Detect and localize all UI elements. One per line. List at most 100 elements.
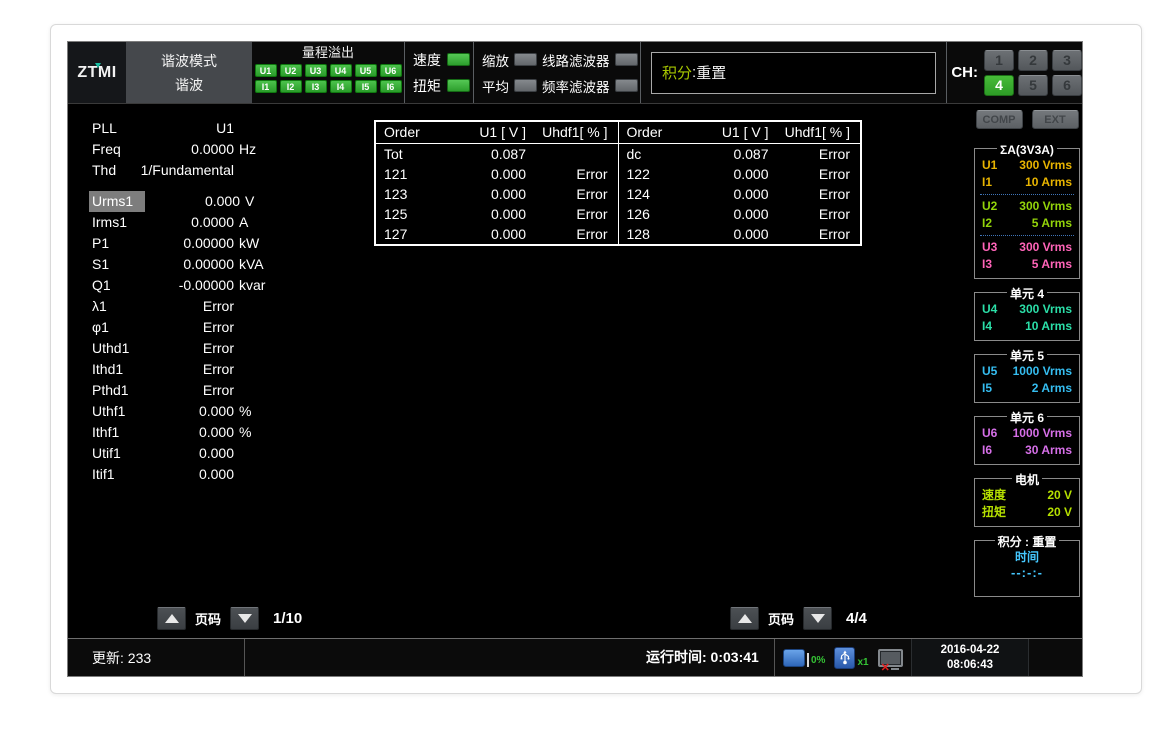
cell-u1: 0.000 — [685, 184, 769, 204]
overflow-badge-u6: U6 — [380, 64, 402, 77]
cell-u1: 0.000 — [442, 164, 526, 184]
line-filter-label: 线路滤波器 — [542, 50, 610, 70]
channel-range-row: U4300 Vrms — [975, 301, 1079, 318]
overflow-badge-u4: U4 — [330, 64, 352, 77]
harmonics-table: Order U1 [ V ] Uhdf1[ % ] Tot0.087 1210.… — [374, 120, 862, 246]
integration-time-value: --:-:- — [975, 565, 1079, 591]
channel-name: U3 — [982, 239, 997, 256]
page-nav-right: 页码 4/4 — [730, 606, 867, 630]
channel-button-1[interactable]: 1 — [984, 50, 1014, 71]
sidebar-buttons: COMP EXT — [974, 110, 1080, 129]
integration-time: 时间 --:-:- — [975, 549, 1079, 591]
channel-button-3[interactable]: 3 — [1052, 50, 1082, 71]
channel-button-4[interactable]: 4 — [984, 75, 1014, 96]
measurement-unit: kW — [239, 233, 259, 254]
harmonics-row: 1210.000Error — [376, 164, 618, 184]
usb-trident-icon — [839, 650, 851, 665]
overflow-badge-i6: I6 — [380, 80, 402, 93]
main-display-area: PLLU1 Freq0.0000Hz Thd1/Fundamental Urms… — [68, 104, 1082, 640]
device-panel: ZTMI 谐波模式 谐波 量程溢出 U1 U2 U3 U4 U5 U6 — [50, 24, 1142, 694]
channel-range: 5 Arms — [1032, 256, 1072, 273]
channel-name: I6 — [982, 442, 992, 459]
channel-buttons: 1 2 3 4 5 6 — [984, 50, 1082, 96]
channel-button-5[interactable]: 5 — [1018, 75, 1048, 96]
line-filter-led-icon — [615, 53, 638, 66]
average-led-icon — [514, 79, 537, 92]
measurement-value: 0.000 — [139, 422, 234, 443]
channel-name: I2 — [982, 215, 992, 232]
channel-name: U1 — [982, 157, 997, 174]
col-header-uhdf1: Uhdf1[ % ] — [769, 122, 861, 143]
measurement-unit: V — [245, 191, 254, 212]
harmonics-row: 1260.000Error — [619, 204, 861, 224]
harmonics-header-row: Order U1 [ V ] Uhdf1[ % ] — [376, 122, 618, 144]
channel-button-6[interactable]: 6 — [1052, 75, 1082, 96]
motor-box-title: 电机 — [975, 471, 1079, 489]
measurement-row: Thd1/Fundamental — [92, 160, 265, 181]
zoom-label: 缩放 — [482, 50, 509, 70]
channel-name: I5 — [982, 380, 992, 397]
up-arrow-icon — [165, 614, 179, 623]
page-down-button[interactable] — [803, 607, 832, 630]
measurement-row: φ1Error — [92, 317, 265, 338]
overflow-badge-u2: U2 — [280, 64, 302, 77]
measurement-label: Utif1 — [92, 443, 139, 464]
motor-box: 电机 速度20 V 扭矩20 V — [974, 478, 1080, 527]
page-down-button[interactable] — [230, 607, 259, 630]
measurement-row: Ithf10.000% — [92, 422, 265, 443]
integration-box: 积分 : 重置 时间 --:-:- — [974, 540, 1080, 597]
mode-indicator: 谐波模式 谐波 — [126, 42, 252, 103]
range-overflow-section: 量程溢出 U1 U2 U3 U4 U5 U6 I1 I2 I3 I4 — [252, 42, 404, 103]
harmonics-row: 1220.000Error — [619, 164, 861, 184]
measurement-value: Error — [139, 359, 234, 380]
measurement-value: 0.0000 — [139, 212, 234, 233]
current-overflow-row: I1 I2 I3 I4 I5 I6 — [255, 80, 402, 93]
measurement-value: 0.000 — [139, 464, 234, 485]
page-nav-label: 页码 — [768, 609, 794, 628]
channel-range: 300 Vrms — [1019, 157, 1072, 174]
measurement-unit: Hz — [239, 139, 256, 160]
col-header-order: Order — [619, 122, 685, 143]
statusbar-divider — [774, 639, 775, 676]
measurement-row: Freq0.0000Hz — [92, 139, 265, 160]
datetime-display: 2016-04-22 08:06:43 — [911, 639, 1029, 676]
channel-button-2[interactable]: 2 — [1018, 50, 1048, 71]
up-arrow-icon — [738, 614, 752, 623]
torque-led-icon — [447, 79, 470, 92]
speed-torque-section: 速度 扭矩 — [405, 42, 473, 103]
overflow-badge-i4: I4 — [330, 80, 352, 93]
unit-4-box: 单元 4 U4300 Vrms I410 Arms — [974, 292, 1080, 341]
measurement-row-selected: Urms10.000V — [92, 191, 265, 212]
red-x-icon: ✕ — [881, 663, 890, 673]
measurement-value: U1 — [139, 118, 234, 139]
comp-button[interactable]: COMP — [976, 110, 1023, 129]
cell-u1: 0.087 — [685, 144, 769, 164]
measurement-row: Itif10.000 — [92, 464, 265, 485]
col-header-u1: U1 [ V ] — [685, 122, 769, 143]
measurement-value: 0.000 — [139, 401, 234, 422]
cell-uhdf1: Error — [526, 204, 618, 224]
measurement-label: Ithf1 — [92, 422, 139, 443]
cell-uhdf1: Error — [526, 184, 618, 204]
ext-button[interactable]: EXT — [1032, 110, 1079, 129]
harmonics-row: dc0.087Error — [619, 144, 861, 164]
integration-status-wrap: 积分 : 重置 — [641, 42, 946, 103]
time-value: 08:06:43 — [912, 658, 1028, 673]
channel-range-row: U51000 Vrms — [975, 363, 1079, 380]
overflow-badge-u3: U3 — [305, 64, 327, 77]
speed-label: 速度 — [413, 50, 441, 70]
channel-pair: U51000 Vrms I52 Arms — [975, 363, 1079, 397]
channel-range: 300 Vrms — [1019, 198, 1072, 215]
page-up-button[interactable] — [730, 607, 759, 630]
measurement-value: Error — [139, 338, 234, 359]
cell-order: 123 — [376, 184, 442, 204]
cell-order: 124 — [619, 184, 685, 204]
channel-range-row: U61000 Vrms — [975, 425, 1079, 442]
page-up-button[interactable] — [157, 607, 186, 630]
channel-name: U6 — [982, 425, 997, 442]
cell-uhdf1 — [526, 144, 618, 164]
channel-selector: CH: 1 2 3 4 5 6 — [947, 42, 1082, 103]
measurement-label: PLL — [92, 118, 139, 139]
runtime-indicator: 运行时间: 0:03:41 — [646, 639, 759, 676]
measurement-label: Freq — [92, 139, 139, 160]
